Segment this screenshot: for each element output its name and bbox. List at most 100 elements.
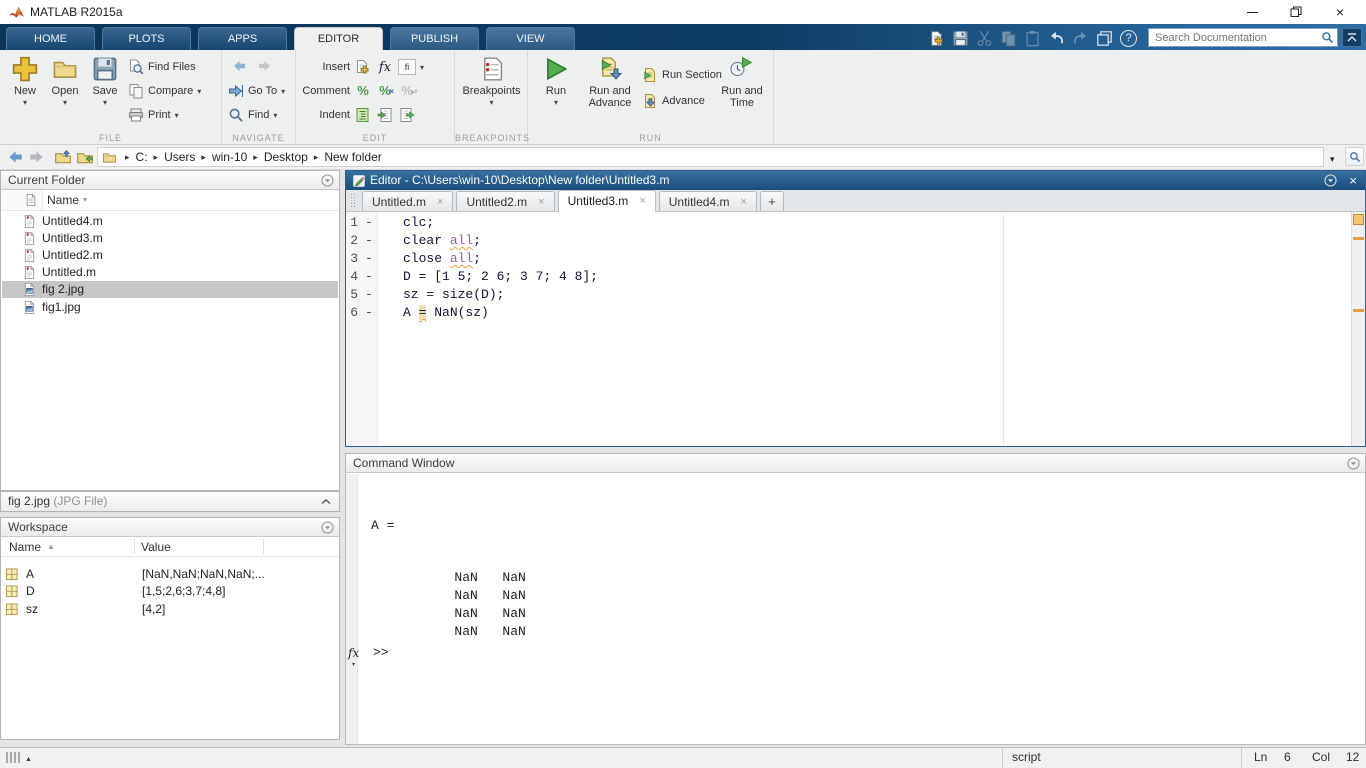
breakpoints-icon [479,56,505,82]
copy-icon[interactable] [1000,30,1017,47]
tab-plots[interactable]: PLOTS [102,27,191,50]
advance-button[interactable]: Advance [642,92,705,110]
workspace-menu-icon[interactable] [321,521,334,534]
warning-marker[interactable] [1353,237,1364,240]
run-and-advance-button[interactable]: Run and Advance [580,56,640,109]
nav-back-icon[interactable] [6,149,24,165]
print-button[interactable]: Print▾ [128,106,179,124]
save-icon[interactable] [952,30,969,47]
restore-button[interactable] [1274,0,1318,24]
editor-icon [352,174,366,188]
fx-prompt-icon[interactable]: fx▾ [348,645,359,661]
tab-publish[interactable]: PUBLISH [390,27,479,50]
comment-icon[interactable]: % [354,83,372,99]
undo-icon[interactable] [1048,30,1065,47]
insert-file-icon[interactable]: fi [398,59,416,75]
back-icon[interactable] [230,59,248,73]
file-row[interactable]: Untitled2.m [2,247,338,264]
command-window-output[interactable]: A = NaNNaN NaNNaN NaNNaN NaNNaN fx▾ >> [346,474,1365,744]
save-button[interactable]: Save▾ [86,56,124,107]
breadcrumb-segment-users[interactable]: Users [164,150,195,164]
jpg-file-icon [23,282,36,297]
smart-indent-icon[interactable] [354,107,372,123]
tab-bar-grip[interactable] [350,193,356,209]
run-section-button[interactable]: Run Section [642,66,722,84]
workspace-column-header[interactable]: Name ▲ Value [1,537,339,557]
insert-section-icon[interactable] [354,59,372,75]
matrix-row: NaNNaN [392,608,550,656]
up-one-level-icon[interactable] [54,149,72,165]
breadcrumb-segment-folder[interactable]: New folder [324,150,381,164]
file-row[interactable]: Untitled3.m [2,230,338,247]
close-tab-icon[interactable]: × [740,196,746,208]
ribbon-toolbar: New▾ Open▾ Save▾ Find Files Compare▾ Pri… [0,50,1366,145]
doc-tab-untitled4[interactable]: Untitled4.m× [659,191,757,211]
workspace-row[interactable]: sz [4,2] [2,601,338,618]
tab-apps[interactable]: APPS [198,27,287,50]
find-files-button[interactable]: Find Files [128,58,196,76]
editor-menu-icon[interactable] [1324,174,1337,187]
tab-editor[interactable]: EDITOR [294,27,383,50]
workspace-row[interactable]: D [1,5;2,6;3,7;4,8] [2,583,338,600]
breadcrumb-segment-desktop[interactable]: Desktop [264,150,308,164]
new-button[interactable]: New▾ [6,56,44,107]
insert-function-icon[interactable]: fx [376,59,394,75]
paste-icon[interactable] [1024,30,1041,47]
doc-tab-untitled3[interactable]: Untitled3.m× [558,190,656,212]
warning-marker[interactable] [1353,309,1364,312]
panel-toggle-icon[interactable]: ▲ [6,752,32,763]
current-folder-menu-icon[interactable] [321,174,334,187]
address-search-button[interactable] [1345,147,1364,166]
doc-tab-untitled[interactable]: Untitled.m× [362,191,453,211]
file-row[interactable]: Untitled4.m [2,213,338,230]
compare-button[interactable]: Compare▾ [128,82,201,100]
breadcrumb-dropdown-icon[interactable]: ▾ [1330,154,1335,165]
file-warning-indicator[interactable] [1353,214,1364,225]
minimize-ribbon-button[interactable] [1342,28,1362,47]
wrap-comments-icon[interactable]: %↵ [398,83,416,99]
new-script-icon[interactable] [928,30,945,47]
run-button[interactable]: Run▾ [536,56,576,107]
tab-view[interactable]: VIEW [486,27,575,50]
command-prompt[interactable]: >> [373,645,389,661]
document-tab-bar: Untitled.m× Untitled2.m× Untitled3.m× Un… [346,190,1365,212]
file-row[interactable]: fig1.jpg [2,299,338,316]
command-window-menu-icon[interactable] [1347,457,1360,470]
folder-icon [102,151,117,164]
file-row[interactable]: Untitled.m [2,264,338,281]
uncomment-icon[interactable]: %× [376,83,394,99]
current-folder-column-header[interactable]: Name ▾ [1,190,339,211]
redo-icon[interactable] [1072,30,1089,47]
close-button[interactable]: × [1318,0,1362,24]
run-icon [543,56,569,82]
file-row-selected[interactable]: fig 2.jpg [2,281,338,298]
help-icon[interactable]: ? [1120,30,1137,47]
breadcrumb-segment-drive[interactable]: C: [136,150,148,164]
browse-folder-icon[interactable] [76,149,94,165]
indent-right-icon[interactable] [376,107,394,123]
open-button[interactable]: Open▾ [46,56,84,107]
code-editor[interactable]: 1- clc; 2- clear all; 3- close all; 4- D… [346,212,1365,446]
close-tab-icon[interactable]: × [437,196,443,208]
minimize-button[interactable] [1230,0,1274,24]
breakpoints-button[interactable]: Breakpoints▾ [459,56,524,107]
new-tab-button[interactable]: + [760,191,784,211]
go-to-button[interactable]: Go To▾ [228,82,285,100]
switch-window-icon[interactable] [1096,30,1113,47]
breadcrumb-segment-user[interactable]: win-10 [212,150,247,164]
search-documentation-input[interactable] [1155,32,1321,44]
collapse-details-icon[interactable] [321,498,331,505]
indent-left-icon[interactable] [398,107,416,123]
doc-tab-untitled2[interactable]: Untitled2.m× [456,191,554,211]
tab-home[interactable]: HOME [6,27,95,50]
forward-icon[interactable] [256,59,274,73]
nav-forward-icon[interactable] [28,149,46,165]
workspace-row[interactable]: A [NaN,NaN;NaN,NaN;... [2,566,338,583]
run-and-time-button[interactable]: Run and Time [716,56,768,109]
find-button[interactable]: Find▾ [228,106,277,124]
search-icon[interactable] [1321,31,1334,44]
cut-icon[interactable] [976,30,993,47]
close-tab-icon[interactable]: × [538,196,544,208]
editor-close-icon[interactable]: × [1349,171,1357,190]
close-tab-icon[interactable]: × [639,195,645,207]
